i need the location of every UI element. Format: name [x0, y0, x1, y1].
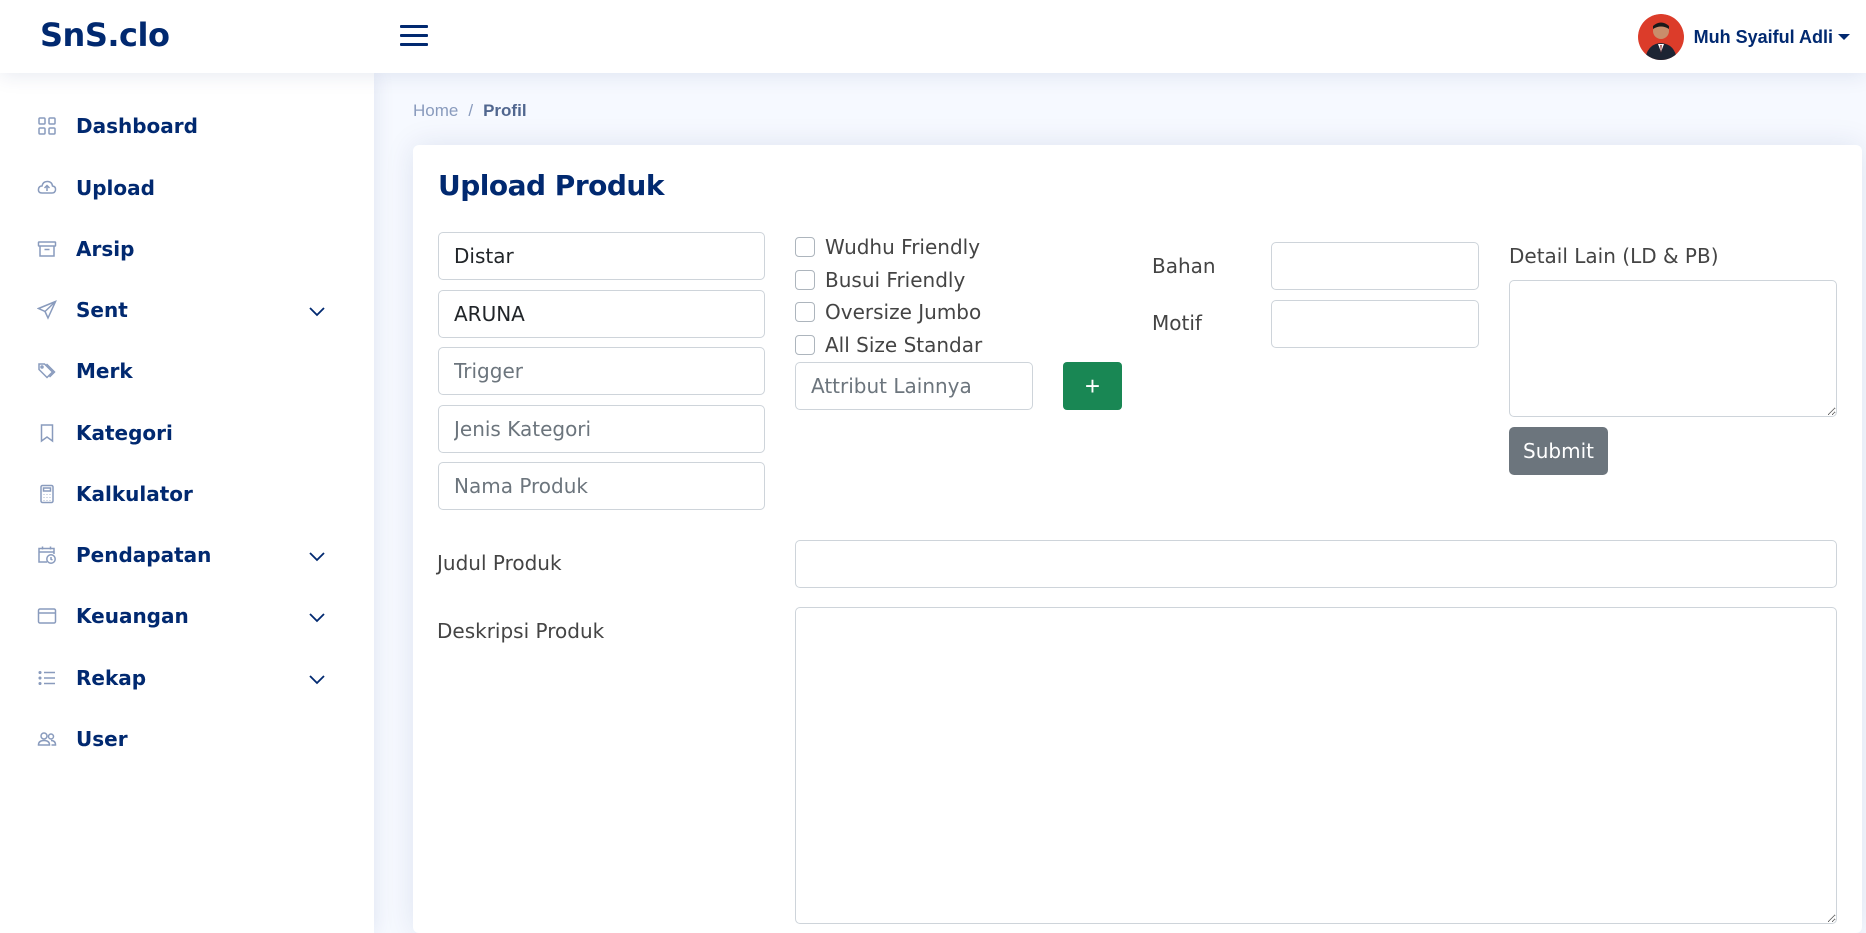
breadcrumb: Home / Profil: [413, 101, 527, 121]
sidebar-item-merk[interactable]: Merk: [36, 351, 341, 391]
sidebar-item-label: Kategori: [76, 421, 173, 445]
app-logo[interactable]: SnS.clo: [40, 16, 170, 54]
chevron-down-icon: [309, 671, 325, 687]
window-icon: [36, 605, 58, 627]
nama-produk-field[interactable]: [438, 462, 765, 510]
calculator-icon: [36, 483, 58, 505]
checkbox-all-size-standar[interactable]: All Size Standar: [795, 331, 982, 359]
chevron-down-icon: [309, 609, 325, 625]
plus-icon: +: [1084, 371, 1101, 401]
checkbox-box[interactable]: [795, 335, 815, 355]
sidebar-item-label: Sent: [76, 298, 128, 322]
motif-field[interactable]: [1271, 300, 1479, 348]
sidebar-item-sent[interactable]: Sent: [36, 290, 341, 330]
sidebar-item-label: Pendapatan: [76, 543, 212, 567]
judul-produk-label: Judul Produk: [437, 551, 562, 575]
archive-icon: [36, 238, 58, 260]
user-profile-dropdown[interactable]: Muh Syaiful Adli: [1637, 14, 1850, 60]
top-header: SnS.clo Muh Syaiful Adli: [0, 0, 1866, 73]
sidebar-item-user[interactable]: User: [36, 719, 341, 759]
bookmark-icon: [36, 422, 58, 444]
checkbox-wudhu-friendly[interactable]: Wudhu Friendly: [795, 233, 980, 261]
sidebar-item-kalkulator[interactable]: Kalkulator: [36, 474, 341, 514]
checkbox-label: Wudhu Friendly: [825, 235, 981, 259]
checkbox-box[interactable]: [795, 270, 815, 290]
list-icon: [36, 667, 58, 689]
brand-field[interactable]: [438, 290, 765, 338]
checkbox-label: Oversize Jumbo: [825, 300, 982, 324]
send-icon: [36, 299, 58, 321]
sidebar-item-pendapatan[interactable]: Pendapatan: [36, 535, 341, 575]
breadcrumb-separator: /: [468, 101, 474, 120]
add-attribute-button[interactable]: +: [1063, 362, 1122, 410]
sidebar-item-dashboard[interactable]: Dashboard: [36, 106, 341, 146]
tags-icon: [36, 360, 58, 382]
chevron-down-icon: [1838, 34, 1850, 40]
sidebar-item-label: Dashboard: [76, 114, 198, 138]
chevron-down-icon: [309, 303, 325, 319]
merk-field[interactable]: [438, 232, 765, 280]
grid-icon: [36, 115, 58, 137]
detail-lain-textarea[interactable]: [1509, 280, 1837, 417]
checkbox-busui-friendly[interactable]: Busui Friendly: [795, 266, 965, 294]
sidebar-item-keuangan[interactable]: Keuangan: [36, 596, 341, 636]
people-icon: [36, 728, 58, 750]
bahan-label: Bahan: [1152, 254, 1216, 278]
submit-button[interactable]: Submit: [1509, 427, 1608, 475]
page-title: Upload Produk: [438, 169, 664, 202]
checkbox-box[interactable]: [795, 302, 815, 322]
sidebar-item-label: User: [76, 727, 128, 751]
sidebar-item-label: Kalkulator: [76, 482, 193, 506]
detail-lain-label: Detail Lain (LD & PB): [1509, 244, 1719, 268]
sidebar-item-label: Keuangan: [76, 604, 189, 628]
breadcrumb-current: Profil: [483, 101, 527, 120]
hamburger-menu-icon[interactable]: [398, 22, 430, 50]
deskripsi-produk-textarea[interactable]: [795, 607, 1837, 924]
motif-label: Motif: [1152, 311, 1202, 335]
deskripsi-produk-label: Deskripsi Produk: [437, 619, 605, 643]
sidebar-item-arsip[interactable]: Arsip: [36, 229, 341, 269]
checkbox-label: Busui Friendly: [825, 268, 966, 292]
checkbox-oversize-jumbo[interactable]: Oversize Jumbo: [795, 298, 981, 326]
sidebar-item-rekap[interactable]: Rekap: [36, 658, 341, 698]
avatar: [1637, 14, 1684, 60]
chevron-down-icon: [309, 548, 325, 564]
sidebar-item-label: Merk: [76, 359, 133, 383]
sidebar-item-label: Upload: [76, 176, 155, 200]
bahan-field[interactable]: [1271, 242, 1479, 290]
checkbox-label: All Size Standar: [825, 333, 983, 357]
attribut-lainnya-field[interactable]: [795, 362, 1033, 410]
breadcrumb-home-link[interactable]: Home: [413, 101, 458, 121]
sidebar-item-kategori[interactable]: Kategori: [36, 413, 341, 453]
sidebar-item-label: Arsip: [76, 237, 135, 261]
checkbox-box[interactable]: [795, 237, 815, 257]
jenis-kategori-field[interactable]: [438, 405, 765, 453]
sidebar: Dashboard Upload Arsip Sent Merk Kategor…: [0, 73, 374, 933]
user-name: Muh Syaiful Adli: [1693, 26, 1833, 47]
trigger-field[interactable]: [438, 347, 765, 395]
cloud-upload-icon: [36, 177, 58, 199]
sidebar-item-label: Rekap: [76, 666, 147, 690]
calendar-clock-icon: [36, 544, 58, 566]
judul-produk-field[interactable]: [795, 540, 1837, 588]
sidebar-item-upload[interactable]: Upload: [36, 168, 341, 208]
